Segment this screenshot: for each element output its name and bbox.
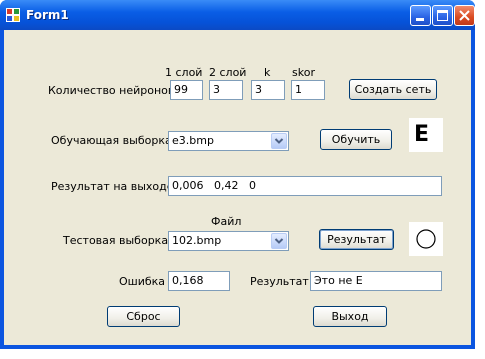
test-file-value: 102.bmp — [172, 234, 222, 247]
result-button[interactable]: Результат — [319, 229, 394, 250]
training-file-select[interactable]: e3.bmp — [168, 131, 289, 151]
form-client-area: 1 слой 2 слой k skor Количество нейронов… — [4, 30, 471, 345]
result-field[interactable]: Это не Е — [310, 271, 442, 291]
header-skor: skor — [292, 66, 315, 79]
skor-input[interactable]: 1 — [291, 80, 325, 100]
dropdown-arrow-icon[interactable] — [271, 233, 287, 249]
training-image-preview: E — [409, 118, 443, 152]
reset-button[interactable]: Сброс — [107, 306, 180, 327]
test-file-select[interactable]: 102.bmp — [168, 231, 289, 251]
window-title: Form1 — [26, 8, 69, 22]
title-bar[interactable]: Form1 — [0, 0, 475, 30]
output-label: Результат на выходе — [51, 180, 174, 193]
minimize-icon — [416, 18, 424, 21]
close-button[interactable] — [454, 5, 475, 26]
create-network-button[interactable]: Создать сеть — [349, 79, 437, 100]
error-label: Ошибка — [119, 275, 166, 288]
layer1-input[interactable]: 99 — [170, 80, 203, 100]
test-image-preview — [409, 222, 443, 256]
close-icon — [459, 10, 470, 21]
training-file-value: e3.bmp — [172, 134, 214, 147]
header-k: k — [264, 66, 271, 79]
maximize-button[interactable] — [432, 5, 453, 26]
test-label: Тестовая выборка — [63, 234, 169, 247]
neurons-label: Количество нейронов — [48, 84, 175, 97]
train-button[interactable]: Обучить — [320, 129, 392, 150]
maximize-icon — [437, 10, 448, 21]
layer2-input[interactable]: 3 — [209, 80, 243, 100]
form-window: Form1 1 слой 2 слой k skor Количество не… — [0, 0, 475, 349]
training-label: Обучающая выборка — [51, 134, 172, 147]
dropdown-arrow-icon[interactable] — [271, 133, 287, 149]
preview-letter: E — [414, 122, 430, 147]
result-label: Результат — [250, 275, 309, 288]
header-layer1: 1 слой — [165, 66, 203, 79]
header-layer2: 2 слой — [209, 66, 247, 79]
minimize-button[interactable] — [410, 5, 431, 26]
file-label: Файл — [211, 215, 242, 228]
circle-shape-icon — [416, 229, 436, 249]
k-input[interactable]: 3 — [251, 80, 285, 100]
output-field[interactable]: 0,006 0,42 0 — [168, 176, 442, 196]
exit-button[interactable]: Выход — [313, 306, 387, 327]
error-field[interactable]: 0,168 — [168, 271, 230, 291]
app-icon — [6, 8, 20, 22]
